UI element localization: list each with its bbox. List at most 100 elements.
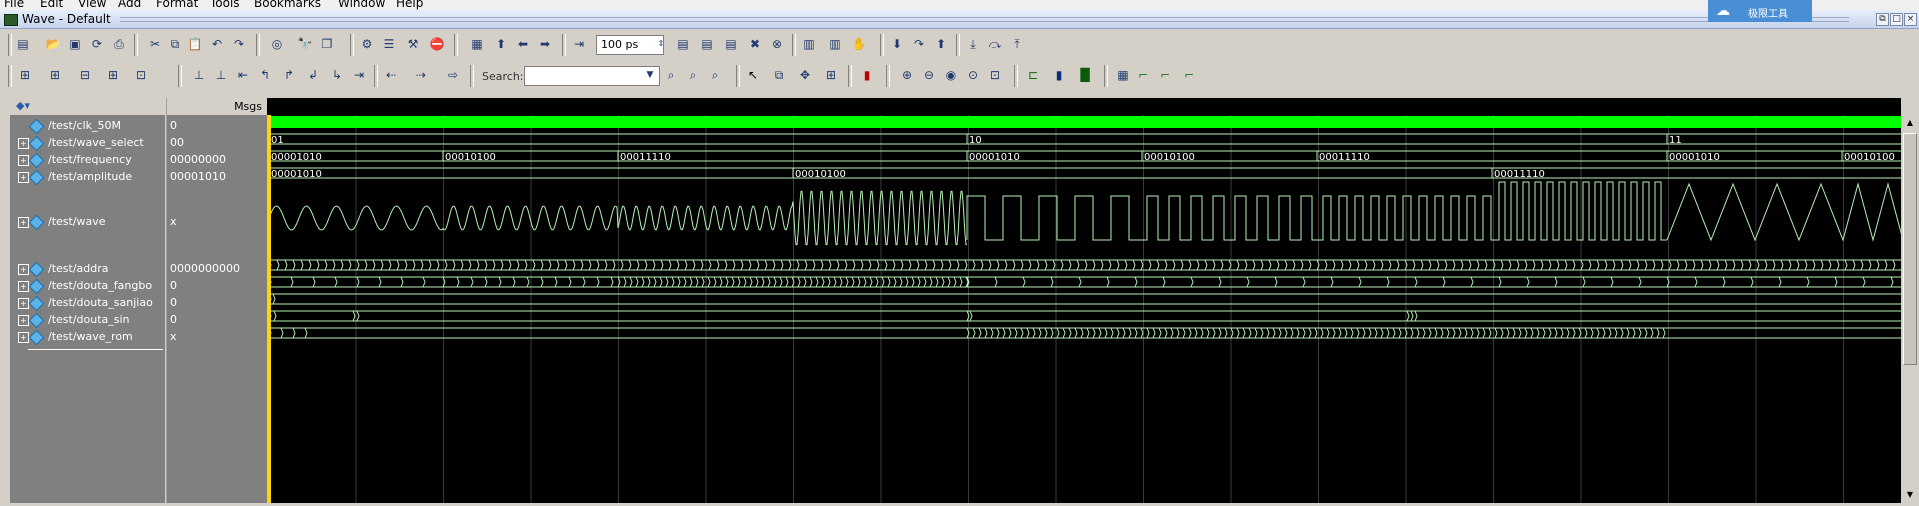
run-all-icon[interactable]: ▤ xyxy=(722,35,740,53)
menu-format[interactable]: Format xyxy=(156,0,198,10)
stop-icon[interactable]: ⊗ xyxy=(768,35,786,53)
search-options-icon[interactable]: ⇨ xyxy=(444,66,462,84)
edge-next-icon[interactable]: ↱ xyxy=(280,66,298,84)
edit-mode-icon[interactable]: ⊞ xyxy=(822,66,840,84)
search-left-icon[interactable]: ⇠ xyxy=(382,66,400,84)
search-extra-icon[interactable]: ⌕ xyxy=(706,66,724,84)
zoom-range-icon[interactable]: ⊡ xyxy=(986,66,1004,84)
zoom-cursor-icon[interactable]: ⊙ xyxy=(964,66,982,84)
menu-add[interactable]: Add xyxy=(118,0,141,10)
step-out-2-icon[interactable]: ⤒ xyxy=(1008,35,1026,53)
break-sim-icon[interactable]: ✖ xyxy=(746,35,764,53)
menu-view[interactable]: View xyxy=(78,0,106,10)
copy-icon[interactable]: ⧉ xyxy=(166,35,184,53)
step-forward-icon[interactable]: ➡ xyxy=(536,35,554,53)
new-file-icon[interactable]: ▤ xyxy=(14,35,32,53)
cut-icon[interactable]: ✂ xyxy=(146,35,164,53)
scrollbar-thumb[interactable] xyxy=(1903,133,1917,365)
waveform-area[interactable]: 01 10 11 00001010 00010100 00011110 00001010 00… xyxy=(267,115,1904,503)
edge-prev-icon[interactable]: ↰ xyxy=(256,66,274,84)
hand-icon[interactable]: ✋ xyxy=(850,35,868,53)
signal-row-1[interactable]: +/test/wave_select xyxy=(10,135,144,151)
waveform-canvas[interactable]: 01 10 11 00001010 00010100 00011110 00001010 00… xyxy=(268,115,1904,503)
step-up-icon[interactable]: ⬆ xyxy=(492,35,510,53)
print-icon[interactable]: ⎙ xyxy=(110,35,128,53)
menu-help[interactable]: Help xyxy=(396,0,423,10)
menu-bookmarks[interactable]: Bookmarks xyxy=(254,0,321,10)
signal-row-3[interactable]: +/test/amplitude xyxy=(10,169,132,185)
search-dropdown-icon[interactable]: ▼ xyxy=(644,66,656,84)
performance-icon[interactable]: ▥ xyxy=(800,35,818,53)
simulate-icon[interactable]: ⚒ xyxy=(404,35,422,53)
zoom-mode-icon[interactable]: ⧉ xyxy=(770,66,788,84)
compile-all-icon[interactable]: ☰ xyxy=(380,35,398,53)
find-icon[interactable]: 🔭 xyxy=(296,35,314,53)
scroll-up-icon[interactable]: ▲ xyxy=(1903,115,1917,131)
edge-any-icon[interactable]: ⇥ xyxy=(350,66,368,84)
titlebar-grip[interactable] xyxy=(120,17,1849,22)
pan-mode-icon[interactable]: ✥ xyxy=(796,66,814,84)
stop-wave-icon[interactable]: ▮ xyxy=(858,66,876,84)
signal-row-9[interactable]: +/test/wave_rom xyxy=(10,329,133,345)
wave-format-3-icon[interactable]: ⌐ xyxy=(1156,66,1174,84)
memory-icon[interactable]: ▥ xyxy=(826,35,844,53)
signal-row-5[interactable]: +/test/addra xyxy=(10,261,109,277)
step-back-icon[interactable]: ⬅ xyxy=(514,35,532,53)
redo-icon[interactable]: ↷ xyxy=(230,35,248,53)
menu-file[interactable]: File xyxy=(4,0,24,10)
bookmark-icon[interactable]: ❐ xyxy=(318,35,336,53)
edge-rising-icon[interactable]: ↳ xyxy=(328,66,346,84)
wave-format-1-icon[interactable]: ▦ xyxy=(1114,66,1132,84)
signal-row-7[interactable]: +/test/douta_sanjiao xyxy=(10,295,153,311)
wave-style-2-icon[interactable]: ▮ xyxy=(1050,66,1068,84)
group-icon[interactable]: ⊞ xyxy=(104,66,122,84)
combine-icon[interactable]: ⊡ xyxy=(132,66,150,84)
continue-icon[interactable]: ▤ xyxy=(698,35,716,53)
save-icon[interactable]: ▣ xyxy=(66,35,84,53)
cursor-delete-icon[interactable]: ⊥ xyxy=(212,66,230,84)
open-folder-icon[interactable]: 📂 xyxy=(44,35,62,53)
cloud-badge[interactable]: ☁ 极限工具 xyxy=(1708,0,1812,22)
step-over-icon[interactable]: ↷ xyxy=(910,35,928,53)
zoom-in-icon[interactable]: ⊕ xyxy=(898,66,916,84)
wave-format-4-icon[interactable]: ⌐ xyxy=(1180,66,1198,84)
step-out-icon[interactable]: ⬆ xyxy=(932,35,950,53)
select-pointer-icon[interactable]: ↖ xyxy=(744,66,762,84)
signal-row-4[interactable]: +/test/wave xyxy=(10,214,106,230)
run-icon[interactable]: ▤ xyxy=(674,35,692,53)
signal-row-6[interactable]: +/test/douta_fangbo xyxy=(10,278,152,294)
search-clear-icon[interactable]: ⌕ xyxy=(684,66,702,84)
restart-icon[interactable]: ▦ xyxy=(468,35,486,53)
vertical-scrollbar[interactable]: ▲ ▼ xyxy=(1901,115,1919,503)
green-circle-icon[interactable]: ◎ xyxy=(268,35,286,53)
scroll-down-icon[interactable]: ▼ xyxy=(1903,487,1917,503)
search-input[interactable] xyxy=(524,66,660,86)
close-button[interactable]: × xyxy=(1904,13,1917,26)
zoom-full-icon[interactable]: ◉ xyxy=(942,66,960,84)
break-icon[interactable]: ⛔ xyxy=(428,35,446,53)
edge-falling-icon[interactable]: ↲ xyxy=(304,66,322,84)
search-right-icon[interactable]: ⇢ xyxy=(412,66,430,84)
step-over-2-icon[interactable]: ⤼ xyxy=(986,35,1004,53)
signal-row-0[interactable]: /test/clk_50M xyxy=(10,118,121,134)
menu-edit[interactable]: Edit xyxy=(40,0,63,10)
add-wave-icon[interactable]: ⊞ xyxy=(16,66,34,84)
wave-format-2-icon[interactable]: ⌐ xyxy=(1134,66,1152,84)
step-into-2-icon[interactable]: ⤓ xyxy=(964,35,982,53)
compile-icon[interactable]: ⚙ xyxy=(358,35,376,53)
zoom-out-icon[interactable]: ⊖ xyxy=(920,66,938,84)
search-go-icon[interactable]: ⌕ xyxy=(662,66,680,84)
maximize-button[interactable]: □ xyxy=(1890,13,1903,26)
reload-icon[interactable]: ⟳ xyxy=(88,35,106,53)
spin-arrows-icon[interactable]: ⇕ xyxy=(656,35,666,53)
signal-row-8[interactable]: +/test/douta_sin xyxy=(10,312,130,328)
dock-button[interactable]: ⧉ xyxy=(1876,13,1889,26)
run-length-icon[interactable]: ⇥ xyxy=(570,35,588,53)
step-into-icon[interactable]: ⬇ xyxy=(888,35,906,53)
cursor-prev-icon[interactable]: ⇤ xyxy=(234,66,252,84)
run-length-input[interactable]: 100 ps xyxy=(596,35,664,55)
wave-style-1-icon[interactable]: ⊏ xyxy=(1024,66,1042,84)
paste-icon[interactable]: 📋 xyxy=(186,35,204,53)
menu-tools[interactable]: Tools xyxy=(210,0,240,10)
wave-menu-icon[interactable]: ◆▾ xyxy=(16,99,30,112)
